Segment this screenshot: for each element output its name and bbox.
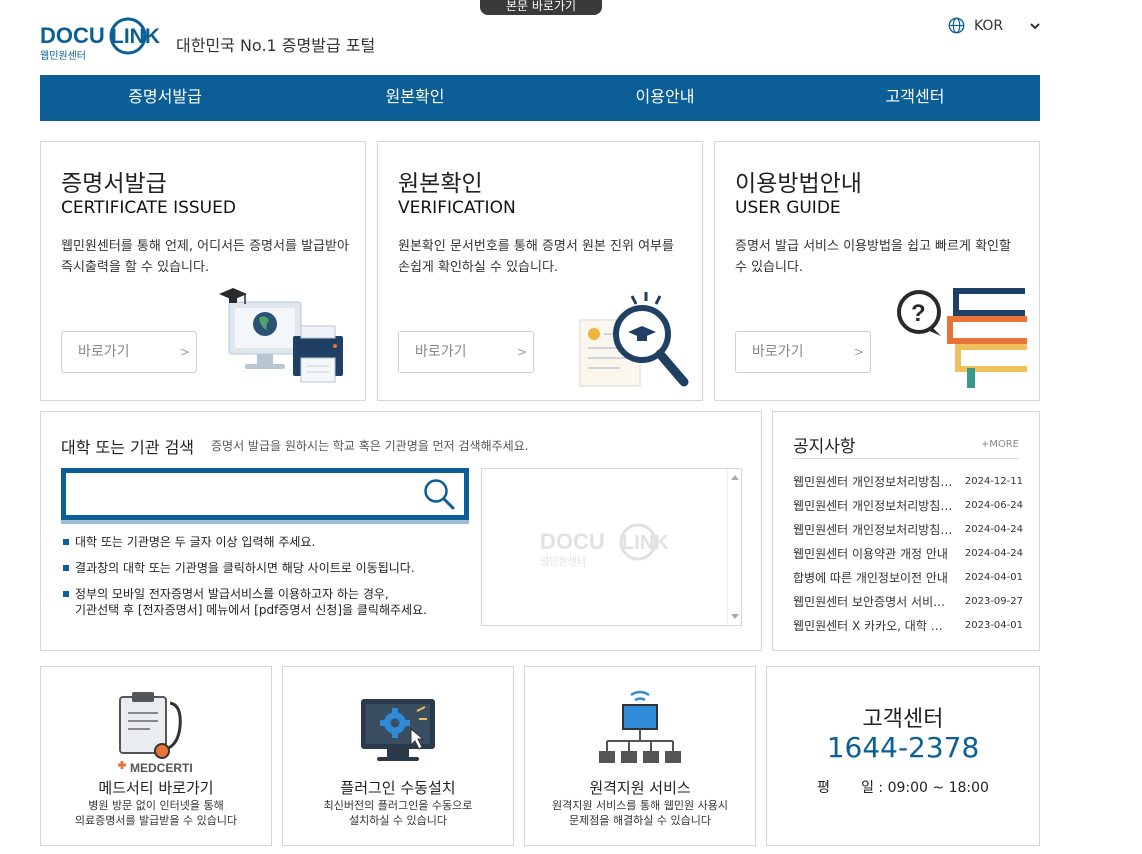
logo-wordmark-docu: DOCU: [40, 23, 105, 48]
logo-sub: 웹민원센터: [40, 50, 86, 62]
search-tip-2: 결과창의 대학 또는 기관명을 클릭하시면 해당 사이트로 이동됩니다.: [63, 560, 415, 576]
network-remote-icon: [599, 690, 681, 763]
card-subtitle: VERIFICATION: [398, 198, 516, 218]
institution-search-panel: 대학 또는 기관 검색 증명서 발급을 원하시는 학교 혹은 기관명을 먼저 검…: [40, 411, 762, 651]
verification-go-button[interactable]: 바로가기 >: [398, 331, 534, 373]
search-tip-3: 정부의 모바일 전자증명서 발급서비스를 이용하고자 하는 경우, 기관선택 후 …: [63, 586, 427, 618]
plugin-install-card[interactable]: 플러그인 수동설치 최신버전의 플러그인을 수동으로 설치하실 수 있습니다: [282, 666, 514, 846]
card-subtitle: USER GUIDE: [735, 198, 841, 218]
search-icon[interactable]: [422, 477, 456, 511]
arrow-right-icon: >: [853, 345, 864, 359]
notice-item[interactable]: 웹민원센터 개인정보처리방침 개정 안내2024-04-24: [793, 518, 1023, 542]
svg-text:?: ?: [911, 300, 926, 327]
card-title: 이용방법안내: [735, 171, 862, 197]
notice-title: 공지사항: [793, 437, 856, 457]
svg-text:LINK: LINK: [622, 532, 669, 554]
notice-item[interactable]: 웹민원센터 보안증명서 서비스 안내 2023-09-27: [793, 590, 1023, 614]
main-navigation: 증명서발급 원본확인 이용안내 고객센터: [40, 75, 1040, 121]
search-tip-1: 대학 또는 기관명은 두 글자 이상 입력해 주세요.: [63, 534, 315, 550]
nav-certificate-issue[interactable]: 증명서발급: [40, 75, 290, 121]
skip-to-content-link[interactable]: 본문 바로가기: [480, 0, 602, 15]
user-guide-card: 이용방법안내 USER GUIDE 증명서 발급 서비스 이용방법을 쉽고 빠르…: [714, 141, 1040, 401]
plugin-gear-monitor-icon: [361, 699, 435, 761]
scroll-down-icon[interactable]: [728, 609, 742, 623]
card-subtitle: CERTIFICATE ISSUED: [61, 198, 236, 218]
chevron-down-icon: [1030, 22, 1040, 29]
notice-list: 웹민원센터 개인정보처리방침 개정 안내2024-12-11 웹민원센터 개인정…: [793, 470, 1023, 638]
card-description: 최신버전의 플러그인을 수동으로 설치하실 수 있습니다: [323, 799, 473, 827]
card-description: 증명서 발급 서비스 이용방법을 쉽고 빠르게 확인할 수 있습니다.: [735, 239, 1011, 275]
card-description: 원격지원 서비스를 통해 웹민원 사용시 문제점을 해결하실 수 있습니다: [552, 799, 728, 827]
scroll-up-icon[interactable]: [728, 471, 742, 485]
card-description: 병원 방문 없이 인터넷을 통해 의료증명서를 발급받을 수 있습니다: [74, 799, 238, 827]
clipboard-stethoscope-icon: MEDCERTI: [118, 692, 193, 775]
nav-customer-center[interactable]: 고객센터: [790, 75, 1040, 121]
search-title: 대학 또는 기관 검색: [61, 438, 195, 457]
results-scrollbar[interactable]: [727, 469, 741, 625]
site-tagline: 대한민국 No.1 증명발급 포털: [176, 36, 376, 55]
search-box: [61, 468, 469, 524]
notice-item[interactable]: 웹민원센터 X 카카오, 대학 증명서 발급2023-04-01: [793, 614, 1023, 638]
notice-panel: 공지사항 +MORE 웹민원센터 개인정보처리방침 개정 안내2024-12-1…: [772, 411, 1040, 651]
logo-wordmark-link: LINK: [111, 25, 160, 48]
customer-center-phone[interactable]: 1644-2378: [767, 731, 1039, 764]
arrow-right-icon: >: [516, 345, 527, 359]
medcerti-link-card[interactable]: MEDCERTI 메드서티 바로가기 병원 방문 없이 인터넷을 통해 의료증명서…: [40, 666, 272, 846]
medcerti-badge: MEDCERTI: [130, 761, 193, 775]
user-guide-go-button[interactable]: 바로가기 >: [735, 331, 871, 373]
go-label: 바로가기: [78, 344, 130, 360]
docu-link-logo[interactable]: DOCU LINK 웹민원센터: [40, 16, 168, 64]
magnifier-certificate-illustration: [579, 292, 689, 387]
verification-card: 원본확인 VERIFICATION 원본확인 문서번호를 통해 증명서 원본 진…: [377, 141, 703, 401]
card-title: 메드서티 바로가기: [98, 779, 214, 797]
customer-center-card: 고객센터 1644-2378 평 일 : 09:00 ~ 18:00: [766, 666, 1040, 846]
nav-user-guide[interactable]: 이용안내: [540, 75, 790, 121]
notice-more-link[interactable]: +MORE: [981, 439, 1019, 450]
search-results-box[interactable]: DOCU LINK 웹민원센터: [481, 468, 742, 626]
language-selector[interactable]: KOR: [948, 17, 1041, 34]
business-hours: 평 일 : 09:00 ~ 18:00: [817, 780, 989, 796]
arrow-right-icon: >: [179, 345, 190, 359]
books-question-illustration: ?: [897, 288, 1027, 388]
docu-link-watermark: DOCU LINK 웹민원센터: [540, 523, 669, 568]
certificate-issue-go-button[interactable]: 바로가기 >: [61, 331, 197, 373]
customer-center-title: 고객센터: [862, 707, 944, 732]
svg-text:DOCU: DOCU: [540, 529, 605, 554]
notice-item[interactable]: 웹민원센터 개인정보처리방침 개정 안내2024-06-24: [793, 494, 1023, 518]
card-description: 원본확인 문서번호를 통해 증명서 원본 진위 여부를 손쉽게 확인하실 수 있…: [398, 239, 674, 275]
search-subtitle: 증명서 발급을 원하시는 학교 혹은 기관명을 먼저 검색해주세요.: [211, 439, 529, 453]
card-title: 원본확인: [398, 171, 483, 197]
card-title: 증명서발급: [61, 171, 167, 197]
card-title: 플러그인 수동설치: [340, 779, 456, 797]
certificate-issue-card: 증명서발급 CERTIFICATE ISSUED 웹민원센터를 통해 언제, 어…: [40, 141, 366, 401]
notice-item[interactable]: 웹민원센터 개인정보처리방침 개정 안내2024-12-11: [793, 470, 1023, 494]
globe-icon: [948, 17, 965, 34]
nav-verification[interactable]: 원본확인: [290, 75, 540, 121]
computer-printer-illustration: [219, 288, 343, 383]
go-label: 바로가기: [415, 344, 467, 360]
divider: [793, 458, 1019, 459]
go-label: 바로가기: [752, 344, 804, 360]
card-description: 웹민원센터를 통해 언제, 어디서든 증명서를 발급받아 즉시출력을 할 수 있…: [61, 239, 349, 275]
card-title: 원격지원 서비스: [589, 779, 691, 797]
institution-search-input[interactable]: [74, 479, 414, 509]
notice-item[interactable]: 웹민원센터 이용약관 개정 안내 2024-04-24: [793, 542, 1023, 566]
language-label: KOR: [974, 17, 1004, 34]
notice-item[interactable]: 합병에 따른 개인정보이전 안내 2024-04-01: [793, 566, 1023, 590]
svg-text:웹민원센터: 웹민원센터: [540, 556, 586, 568]
remote-support-card[interactable]: 원격지원 서비스 원격지원 서비스를 통해 웹민원 사용시 문제점을 해결하실 수…: [524, 666, 756, 846]
